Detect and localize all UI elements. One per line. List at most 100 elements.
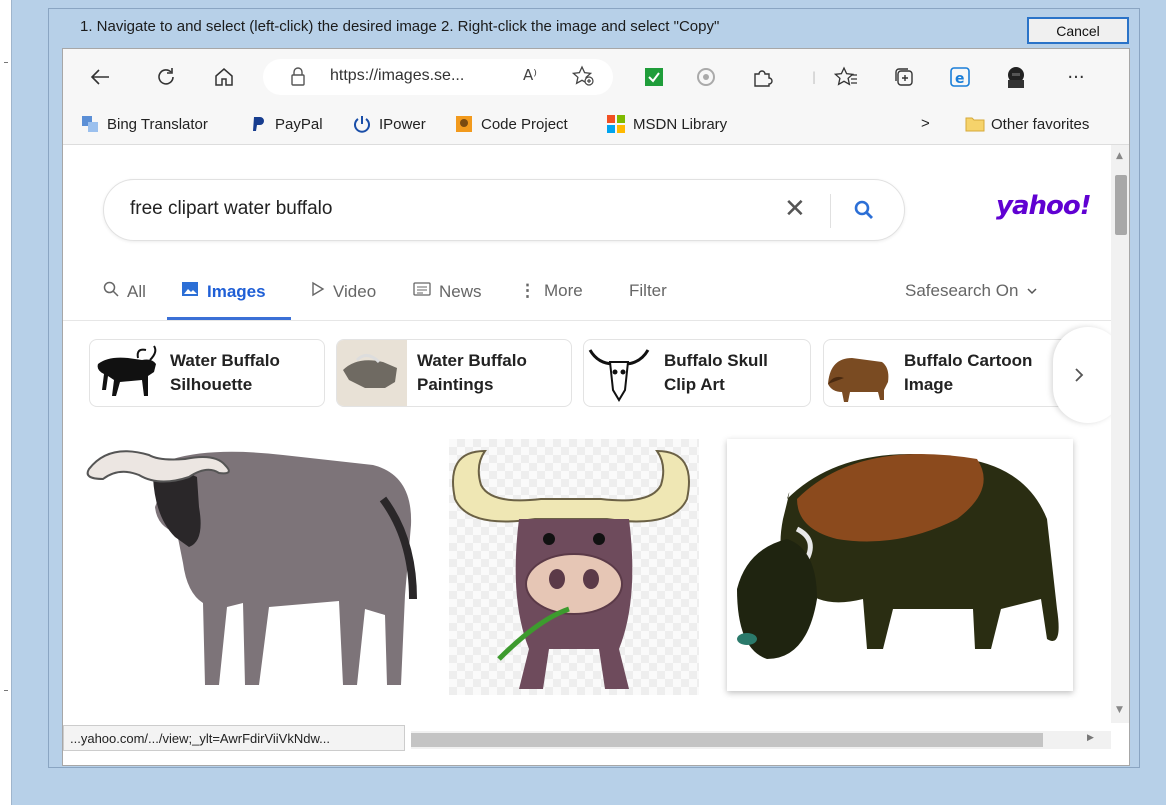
- search-tabs: All Images Video News ⋮ More Filter Safe…: [63, 275, 1111, 321]
- chip-label: Water Buffalo Silhouette: [170, 351, 280, 394]
- tab-news[interactable]: News: [413, 281, 482, 302]
- browser-toolbar: https://images.se... A⁾ | e ···: [63, 49, 1129, 105]
- chip-thumbnail: [90, 340, 160, 406]
- favorite-label: IPower: [379, 115, 426, 133]
- profile-avatar-icon[interactable]: [1003, 64, 1029, 90]
- favorite-bing-translator[interactable]: Bing Translator: [81, 115, 208, 133]
- other-favorites-label: Other favorites: [991, 115, 1090, 133]
- favorite-ipower[interactable]: IPower: [353, 115, 426, 133]
- home-icon[interactable]: [211, 64, 237, 90]
- microsoft-icon: [607, 115, 625, 133]
- chip-label: Water Buffalo Paintings: [417, 351, 527, 394]
- chevron-right-icon: >: [921, 115, 930, 132]
- image-result[interactable]: [727, 439, 1073, 691]
- safesearch-label: Safesearch On: [905, 281, 1019, 300]
- image-result[interactable]: [83, 439, 429, 695]
- tab-more[interactable]: ⋮ More: [519, 281, 583, 301]
- tab-all[interactable]: All: [103, 281, 146, 302]
- favorites-bar: Bing Translator PayPal IPower Code Proje…: [63, 105, 1129, 145]
- tab-images[interactable]: Images: [181, 281, 266, 302]
- favorites-icon[interactable]: [833, 64, 859, 90]
- search-divider: [830, 194, 831, 228]
- url-text[interactable]: https://images.se...: [330, 67, 464, 85]
- browser-window: https://images.se... A⁾ | e ··· Bing Tra…: [62, 48, 1130, 766]
- image-icon: [181, 281, 199, 302]
- ie-mode-icon[interactable]: e: [947, 64, 973, 90]
- chip-thumbnail: [824, 340, 894, 406]
- web-page: free clipart water buffalo ✕ yahoo! All …: [63, 145, 1111, 723]
- refresh-icon[interactable]: [153, 64, 179, 90]
- carousel-next-button[interactable]: [1053, 327, 1111, 423]
- clear-search-icon[interactable]: ✕: [784, 194, 806, 224]
- related-search-chip[interactable]: Buffalo Cartoon Image: [823, 339, 1073, 407]
- status-link-preview: ...yahoo.com/.../view;_ylt=AwrFdirViiVkN…: [63, 725, 405, 751]
- checkbox-extension-icon[interactable]: [641, 64, 667, 90]
- cape-buffalo-image: [86, 450, 417, 685]
- tab-label: Filter: [629, 281, 667, 300]
- add-favorite-icon[interactable]: [571, 65, 595, 91]
- play-icon: [311, 281, 325, 302]
- related-search-chip[interactable]: Water Buffalo Paintings: [336, 339, 572, 407]
- favorite-label: Code Project: [481, 115, 568, 133]
- power-icon: [353, 115, 371, 133]
- chevron-down-icon: [1026, 281, 1038, 301]
- search-icon: [103, 281, 119, 302]
- image-result[interactable]: [449, 439, 699, 695]
- search-icon[interactable]: [852, 198, 876, 226]
- favorite-code-project[interactable]: Code Project: [455, 115, 568, 133]
- related-search-chip[interactable]: Water Buffalo Silhouette: [89, 339, 325, 407]
- toolbar-separator: |: [811, 70, 817, 84]
- news-icon: [413, 281, 431, 302]
- scroll-up-arrow[interactable]: ▲: [1116, 151, 1123, 161]
- search-box[interactable]: free clipart water buffalo ✕: [103, 179, 905, 241]
- chip-label: Buffalo Skull Clip Art: [664, 351, 768, 394]
- related-search-chip[interactable]: Buffalo Skull Clip Art: [583, 339, 811, 407]
- tab-filter[interactable]: Filter: [629, 281, 667, 301]
- yahoo-logo[interactable]: yahoo!: [996, 191, 1092, 221]
- translator-icon: [81, 115, 99, 133]
- scroll-right-arrow[interactable]: ▶: [1087, 733, 1094, 743]
- favorite-label: MSDN Library: [633, 115, 728, 133]
- other-favorites-folder[interactable]: Other favorites: [965, 115, 1089, 133]
- code-project-icon: [455, 115, 473, 133]
- folder-icon: [965, 115, 985, 133]
- favorite-label: PayPal: [275, 115, 323, 133]
- paypal-icon: [249, 115, 267, 133]
- ruler-tick: [4, 62, 8, 63]
- chip-thumbnail: [584, 340, 654, 406]
- cancel-button[interactable]: Cancel: [1027, 17, 1129, 44]
- favorite-paypal[interactable]: PayPal: [249, 115, 323, 133]
- horizontal-scrollbar[interactable]: ▶: [411, 731, 1111, 749]
- more-menu-icon[interactable]: ···: [1063, 64, 1089, 90]
- extensions-puzzle-icon[interactable]: [749, 64, 775, 90]
- favorite-label: Bing Translator: [107, 115, 208, 133]
- address-bar[interactable]: https://images.se... A⁾: [263, 59, 613, 95]
- extension-circle-icon[interactable]: [693, 64, 719, 90]
- collections-icon[interactable]: [891, 64, 917, 90]
- bison-image: [737, 454, 1059, 659]
- back-icon[interactable]: [87, 64, 113, 90]
- tab-label: News: [439, 281, 482, 301]
- tab-label: All: [127, 281, 146, 301]
- safesearch-dropdown[interactable]: Safesearch On: [905, 281, 1038, 301]
- lock-icon[interactable]: [289, 67, 307, 91]
- tab-video[interactable]: Video: [311, 281, 376, 302]
- tab-label: Images: [207, 281, 266, 301]
- scrollbar-thumb[interactable]: [411, 733, 1043, 747]
- cartoon-buffalo-image: [452, 449, 690, 689]
- scrollbar-thumb[interactable]: [1115, 175, 1127, 235]
- vertical-scrollbar[interactable]: ▲ ▼: [1111, 145, 1129, 723]
- left-ruler: [0, 0, 12, 805]
- favorite-msdn-library[interactable]: MSDN Library: [607, 115, 727, 133]
- svg-text:e: e: [955, 71, 965, 87]
- scroll-down-arrow[interactable]: ▼: [1116, 705, 1123, 715]
- search-input[interactable]: free clipart water buffalo: [130, 198, 332, 220]
- ruler-tick: [4, 690, 8, 691]
- favorites-overflow-chevron[interactable]: >: [921, 115, 930, 132]
- active-tab-indicator: [167, 317, 291, 320]
- read-aloud-icon[interactable]: A⁾: [523, 66, 537, 84]
- chip-label: Buffalo Cartoon Image: [904, 351, 1033, 394]
- tab-label: More: [544, 281, 583, 300]
- tab-label: Video: [333, 281, 377, 301]
- more-vertical-icon: ⋮: [519, 281, 536, 300]
